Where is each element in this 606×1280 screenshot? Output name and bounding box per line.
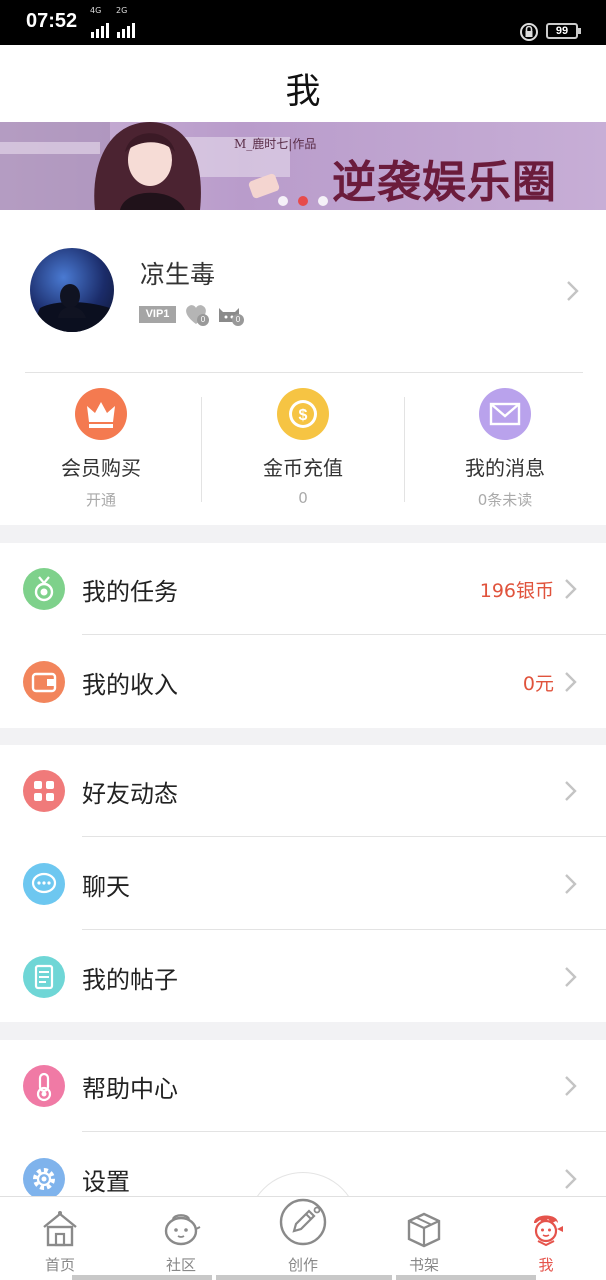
house-icon [43, 1211, 77, 1247]
chat-icon [23, 863, 65, 905]
gesture-bar [396, 1275, 536, 1280]
network-label-1: 4G [90, 6, 102, 15]
divider [82, 1131, 606, 1132]
menu-item-label: 聊天 [82, 873, 130, 901]
chevron-right-icon [564, 1168, 578, 1190]
envelope-icon [479, 388, 531, 440]
tab-create[interactable]: 创作 [243, 1197, 363, 1280]
quick-action-messages[interactable]: 我的消息 0条未读 [404, 388, 606, 518]
menu-item-label: 我的任务 [82, 578, 178, 606]
banner-dot[interactable] [278, 196, 288, 206]
tab-home[interactable]: 首页 [0, 1197, 120, 1280]
tab-bookshelf[interactable]: 书架 [364, 1197, 484, 1280]
quick-action-sub: 0 [298, 489, 308, 507]
cat-badge-count: 0 [232, 314, 244, 326]
chevron-right-icon [564, 671, 578, 693]
avatar-image [30, 284, 114, 332]
menu-item-friend-feed[interactable]: 好友动态 [0, 745, 606, 837]
vip-level-badge: VIP1 [139, 306, 176, 323]
title-bar: 我 [0, 45, 606, 122]
me-icon [534, 1215, 563, 1247]
silver-coin-balance: 196银币 [479, 580, 554, 602]
profile-card: 凉生毒 VIP1 0 0 会员购买 开通 $ 金币充值 0 我的消息 0条未读 [0, 210, 606, 525]
menu-item-label: 设置 [82, 1168, 130, 1196]
profile-header[interactable]: 凉生毒 VIP1 0 0 [0, 210, 606, 370]
divider [82, 634, 606, 635]
wallet-icon [23, 661, 65, 703]
promo-banner[interactable]: M_鹿时七|作品 逆袭娱乐圈 [0, 122, 606, 210]
banner-title: 逆袭娱乐圈 [332, 157, 557, 208]
quick-action-sub: 0条未读 [477, 491, 533, 509]
menu-item-tasks[interactable]: 我的任务 196银币 [0, 543, 606, 635]
divider [25, 372, 583, 373]
menu-item-my-posts[interactable]: 我的帖子 [0, 931, 606, 1023]
tab-me[interactable]: 我 [486, 1197, 606, 1280]
battery-indicator: 99 [546, 23, 578, 39]
bottom-tab-bar: 首页 社区 创作 书架 我 [0, 1196, 606, 1280]
chevron-right-icon [564, 780, 578, 802]
quick-action-sub: 开通 [85, 491, 116, 509]
banner-author: M_鹿时七|作品 [234, 137, 317, 151]
menu-item-label: 我的帖子 [82, 966, 178, 994]
thermometer-icon [23, 1065, 65, 1107]
crown-icon [75, 388, 127, 440]
user-name: 凉生毒 [140, 260, 216, 289]
chevron-right-icon [564, 578, 578, 600]
banner-pager[interactable] [278, 196, 328, 206]
coin-icon: $ [277, 388, 329, 440]
tab-label: 创作 [287, 1256, 318, 1274]
medal-icon [23, 568, 65, 610]
status-bar: 07:52 4G 2G 99 [0, 0, 606, 45]
pen-icon [279, 1198, 327, 1246]
quick-action-label: 我的消息 [465, 456, 545, 480]
banner-dot[interactable] [318, 196, 328, 206]
menu-group-tasks: 我的任务 196银币 我的收入 0元 [0, 543, 606, 728]
status-time: 07:52 [26, 10, 78, 32]
gesture-bar [216, 1275, 392, 1280]
chevron-right-icon [566, 280, 580, 302]
grid-icon [23, 770, 65, 812]
box-icon [407, 1212, 441, 1248]
menu-item-income[interactable]: 我的收入 0元 [0, 636, 606, 728]
menu-item-label: 我的收入 [82, 671, 178, 699]
divider [82, 929, 606, 930]
chevron-right-icon [564, 966, 578, 988]
menu-item-chat[interactable]: 聊天 [0, 838, 606, 930]
tab-community[interactable]: 社区 [121, 1197, 241, 1280]
banner-dot-active[interactable] [298, 196, 308, 206]
signal-icon [117, 23, 135, 38]
menu-item-help-center[interactable]: 帮助中心 [0, 1040, 606, 1132]
signal-icon [91, 23, 109, 38]
heart-badge-count: 0 [197, 314, 209, 326]
community-icon [164, 1214, 201, 1246]
rotation-lock-icon [520, 23, 538, 41]
chevron-right-icon [564, 873, 578, 895]
tab-label: 社区 [165, 1256, 196, 1274]
me-page: 07:52 4G 2G 99 我 M_鹿时七|作品 逆袭娱乐圈 凉生毒 VIP1… [0, 0, 606, 1280]
tab-label: 首页 [44, 1256, 75, 1274]
document-icon [23, 956, 65, 998]
tab-label: 我 [538, 1256, 554, 1274]
quick-action-label: 会员购买 [61, 456, 141, 480]
quick-action-label: 金币充值 [263, 456, 343, 480]
tab-label: 书架 [408, 1256, 439, 1274]
gear-icon [23, 1158, 65, 1200]
menu-item-label: 帮助中心 [82, 1075, 178, 1103]
gesture-bar [72, 1275, 212, 1280]
battery-tip [578, 28, 581, 34]
divider [82, 836, 606, 837]
page-title: 我 [285, 72, 321, 112]
quick-action-vip[interactable]: 会员购买 开通 [0, 388, 202, 518]
avatar[interactable] [30, 248, 114, 332]
menu-item-label: 好友动态 [82, 780, 178, 808]
chevron-right-icon [564, 1075, 578, 1097]
menu-group-social: 好友动态 聊天 我的帖子 [0, 745, 606, 1022]
network-label-2: 2G [116, 6, 128, 15]
quick-action-coins[interactable]: $ 金币充值 0 [202, 388, 404, 518]
income-balance: 0元 [522, 673, 554, 695]
svg-text:$: $ [299, 407, 308, 424]
